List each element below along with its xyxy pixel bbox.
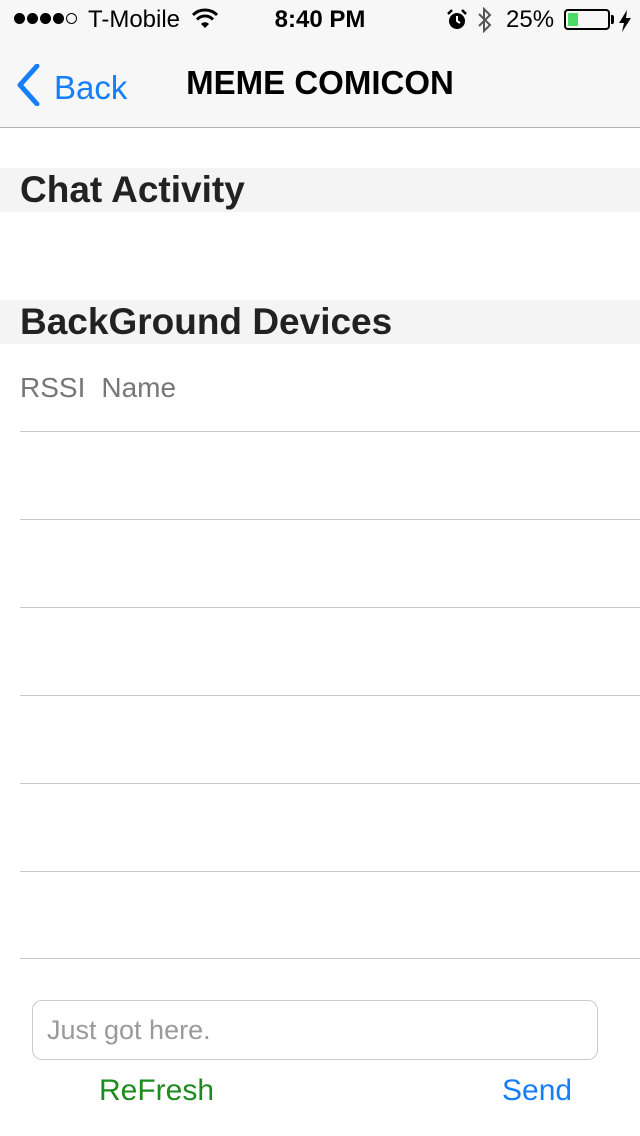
page-title: MEME COMICON	[186, 64, 454, 101]
battery-nub	[611, 15, 614, 24]
charging-bolt-icon	[618, 10, 632, 37]
send-button[interactable]: Send	[502, 1074, 572, 1108]
column-header-rssi: RSSI	[20, 372, 86, 403]
list-item[interactable]	[20, 431, 640, 519]
refresh-button[interactable]: ReFresh	[99, 1074, 214, 1108]
column-header-name: Name	[101, 372, 177, 403]
chat-activity-header: Chat Activity	[0, 168, 640, 212]
list-item[interactable]	[20, 695, 640, 783]
battery-icon	[564, 9, 610, 30]
alarm-icon	[446, 9, 468, 36]
chat-activity-title: Chat Activity	[20, 169, 245, 210]
list-item[interactable]	[20, 871, 640, 959]
list-item[interactable]	[20, 519, 640, 607]
device-list	[20, 431, 640, 959]
list-item[interactable]	[20, 783, 640, 871]
list-item[interactable]	[20, 607, 640, 695]
battery-fill	[568, 13, 578, 26]
device-column-headers: RSSI Name	[20, 372, 176, 404]
background-devices-header: BackGround Devices	[0, 300, 640, 344]
background-devices-title: BackGround Devices	[20, 301, 393, 342]
battery-percent: 25%	[506, 6, 555, 33]
navigation-bar: Back MEME COMICON	[0, 40, 640, 128]
status-bar: T-Mobile 8:40 PM 25%	[0, 0, 640, 40]
bluetooth-icon	[476, 6, 494, 39]
message-input[interactable]	[32, 1000, 598, 1060]
